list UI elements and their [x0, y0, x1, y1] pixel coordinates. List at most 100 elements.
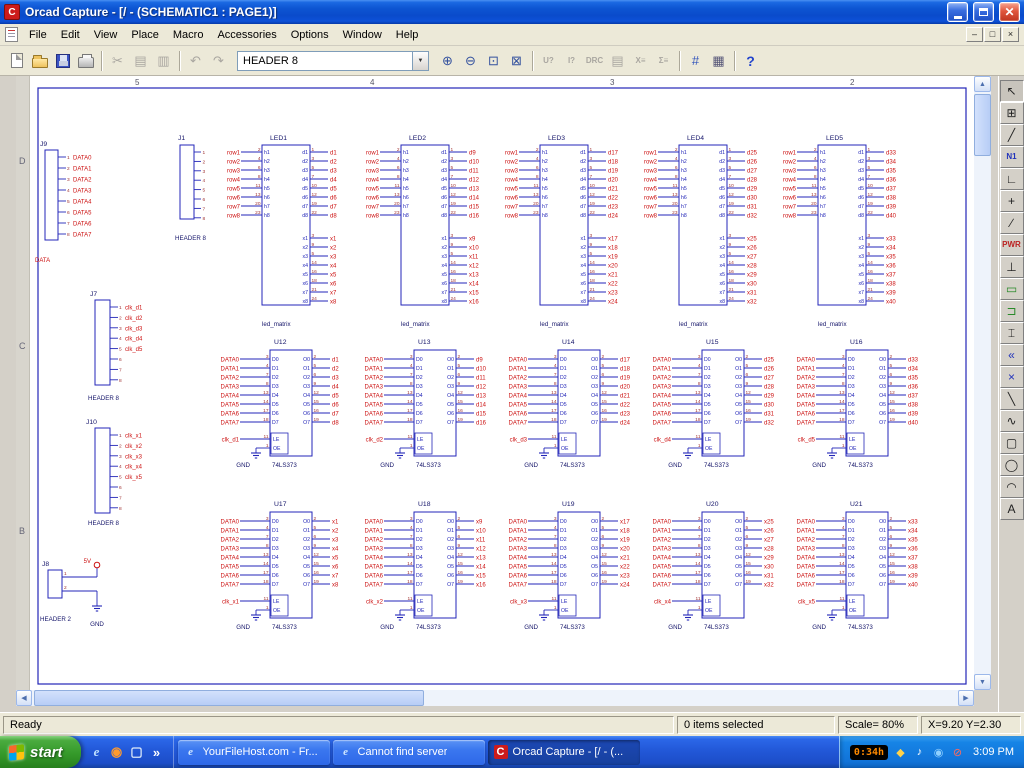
zoom-in-button[interactable]: ⊕	[436, 50, 459, 72]
open-button[interactable]	[28, 50, 51, 72]
svg-text:14: 14	[695, 399, 701, 405]
tray-volume-icon[interactable]: ♪	[912, 745, 927, 760]
part-combo[interactable]: HEADER 8 ▼	[237, 51, 429, 71]
quick-launch-show-desktop-icon[interactable]: ▢	[128, 743, 146, 761]
svg-text:1: 1	[868, 147, 871, 153]
mdi-minimize-button[interactable]: –	[966, 27, 983, 42]
menu-edit[interactable]: Edit	[54, 26, 87, 44]
vertical-scrollbar[interactable]: ▲ ▼	[974, 76, 991, 690]
place-arc-tool[interactable]: ◠	[1000, 476, 1024, 498]
tray-timer-app[interactable]: 0:34h	[850, 745, 888, 760]
place-no-connect-tool[interactable]: ×	[1000, 366, 1024, 388]
mdi-close-button[interactable]: ×	[1002, 27, 1019, 42]
svg-text:D0: D0	[272, 357, 279, 363]
close-button[interactable]: ✕	[999, 2, 1020, 22]
help-button[interactable]: ?	[739, 50, 762, 72]
restore-button[interactable]	[973, 2, 994, 22]
place-hierarchical-pin-tool[interactable]: ⌶	[1000, 322, 1024, 344]
zoom-area-button[interactable]: ⊡	[482, 50, 505, 72]
scroll-up-button[interactable]: ▲	[974, 76, 991, 92]
place-polyline-tool[interactable]: ∿	[1000, 410, 1024, 432]
menu-macro[interactable]: Macro	[166, 26, 211, 44]
taskbar-task[interactable]: eYourFileHost.com - Fr...	[178, 740, 330, 765]
place-line-tool[interactable]: ╲	[1000, 388, 1024, 410]
select-tool[interactable]: ↖	[1000, 80, 1024, 102]
menu-window[interactable]: Window	[336, 26, 389, 44]
place-ground-tool[interactable]: ⊥	[1000, 256, 1024, 278]
place-off-page-connector-tool[interactable]: «	[1000, 344, 1024, 366]
schematic-canvas[interactable]: DCB 5432J1HEADER 812345678J91DATA02DATA1…	[16, 76, 974, 690]
place-hierarchical-port-tool[interactable]: ⊐	[1000, 300, 1024, 322]
start-button-label: start	[30, 744, 63, 761]
quick-launch-media-player-icon[interactable]: ◉	[108, 743, 126, 761]
svg-text:D3: D3	[416, 384, 423, 390]
place-ellipse-tool[interactable]: ◯	[1000, 454, 1024, 476]
close-icon: ✕	[1004, 6, 1014, 18]
place-net-alias-tool[interactable]: N1	[1000, 146, 1024, 168]
scroll-right-button[interactable]: ▶	[958, 690, 974, 706]
menu-options[interactable]: Options	[284, 26, 336, 44]
place-part-tool[interactable]: ⊞	[1000, 102, 1024, 124]
svg-text:74LS373: 74LS373	[848, 624, 873, 631]
place-wire-tool[interactable]: ╱	[1000, 124, 1024, 146]
menu-accessories[interactable]: Accessories	[210, 26, 283, 44]
quick-launch-internet-explorer-icon[interactable]: e	[88, 743, 106, 761]
svg-text:7: 7	[203, 206, 206, 212]
zoom-out-button[interactable]: ⊖	[459, 50, 482, 72]
place-power-tool[interactable]: PWR	[1000, 234, 1024, 256]
project-manager-button[interactable]: ▦	[707, 50, 730, 72]
svg-text:4: 4	[119, 336, 122, 342]
place-bus-entry-tool[interactable]: ∕	[1000, 212, 1024, 234]
place-bus-tool[interactable]: ∟	[1000, 168, 1024, 190]
svg-text:O6: O6	[735, 411, 742, 417]
svg-text:DATA3: DATA3	[653, 547, 672, 553]
scroll-down-button[interactable]: ▼	[974, 674, 991, 690]
menu-place[interactable]: Place	[124, 26, 166, 44]
snap-to-grid-button[interactable]: #	[684, 50, 707, 72]
place-text-tool[interactable]: A	[1000, 498, 1024, 520]
new-button[interactable]	[5, 50, 28, 72]
menu-file[interactable]: File	[22, 26, 54, 44]
quick-launch-overflow-chevron[interactable]: »	[148, 743, 166, 761]
svg-text:d1: d1	[441, 150, 447, 156]
zoom-all-button[interactable]: ⊠	[505, 50, 528, 72]
svg-text:DATA6: DATA6	[653, 574, 672, 580]
svg-text:5: 5	[458, 525, 461, 531]
horizontal-scroll-thumb[interactable]	[34, 690, 424, 706]
svg-text:20: 20	[533, 201, 539, 207]
svg-text:18: 18	[551, 417, 557, 423]
svg-text:D6: D6	[704, 573, 711, 579]
save-button[interactable]	[51, 50, 74, 72]
horizontal-scrollbar[interactable]: ◀ ▶	[16, 690, 974, 706]
tray-network-icon[interactable]: ◉	[931, 745, 946, 760]
taskbar-task[interactable]: eCannot find server	[333, 740, 485, 765]
drc-icon: DRC	[586, 56, 603, 65]
place-rectangle-tool[interactable]: ▢	[1000, 432, 1024, 454]
svg-text:17: 17	[839, 570, 845, 576]
scroll-left-button[interactable]: ◀	[16, 690, 32, 706]
place-hierarchical-block-tool[interactable]: ▭	[1000, 278, 1024, 300]
minimize-button[interactable]	[947, 2, 968, 22]
start-button[interactable]: start	[0, 736, 81, 768]
part-combo-dropdown-button[interactable]: ▼	[412, 52, 428, 70]
svg-text:DATA4: DATA4	[509, 556, 528, 562]
tray-antivirus-icon[interactable]: ◆	[893, 745, 908, 760]
vertical-scroll-thumb[interactable]	[974, 94, 991, 156]
svg-text:DATA1: DATA1	[797, 529, 816, 535]
svg-text:x5: x5	[332, 556, 339, 562]
schematic-drawing[interactable]: 5432J1HEADER 812345678J91DATA02DATA13DAT…	[30, 76, 974, 690]
svg-text:O7: O7	[591, 582, 598, 588]
svg-text:14: 14	[590, 260, 596, 266]
place-junction-tool[interactable]: +	[1000, 190, 1024, 212]
menu-help[interactable]: Help	[389, 26, 426, 44]
menu-view[interactable]: View	[87, 26, 125, 44]
print-button[interactable]	[74, 50, 97, 72]
svg-text:18: 18	[551, 579, 557, 585]
svg-text:11: 11	[264, 434, 269, 440]
svg-text:O5: O5	[303, 402, 310, 408]
svg-text:h4: h4	[542, 177, 548, 183]
taskbar-task[interactable]: COrcad Capture - [/ - (...	[488, 740, 640, 765]
svg-text:d8: d8	[332, 421, 339, 427]
tray-security-icon[interactable]: ⊘	[950, 745, 965, 760]
mdi-restore-button[interactable]: □	[984, 27, 1001, 42]
